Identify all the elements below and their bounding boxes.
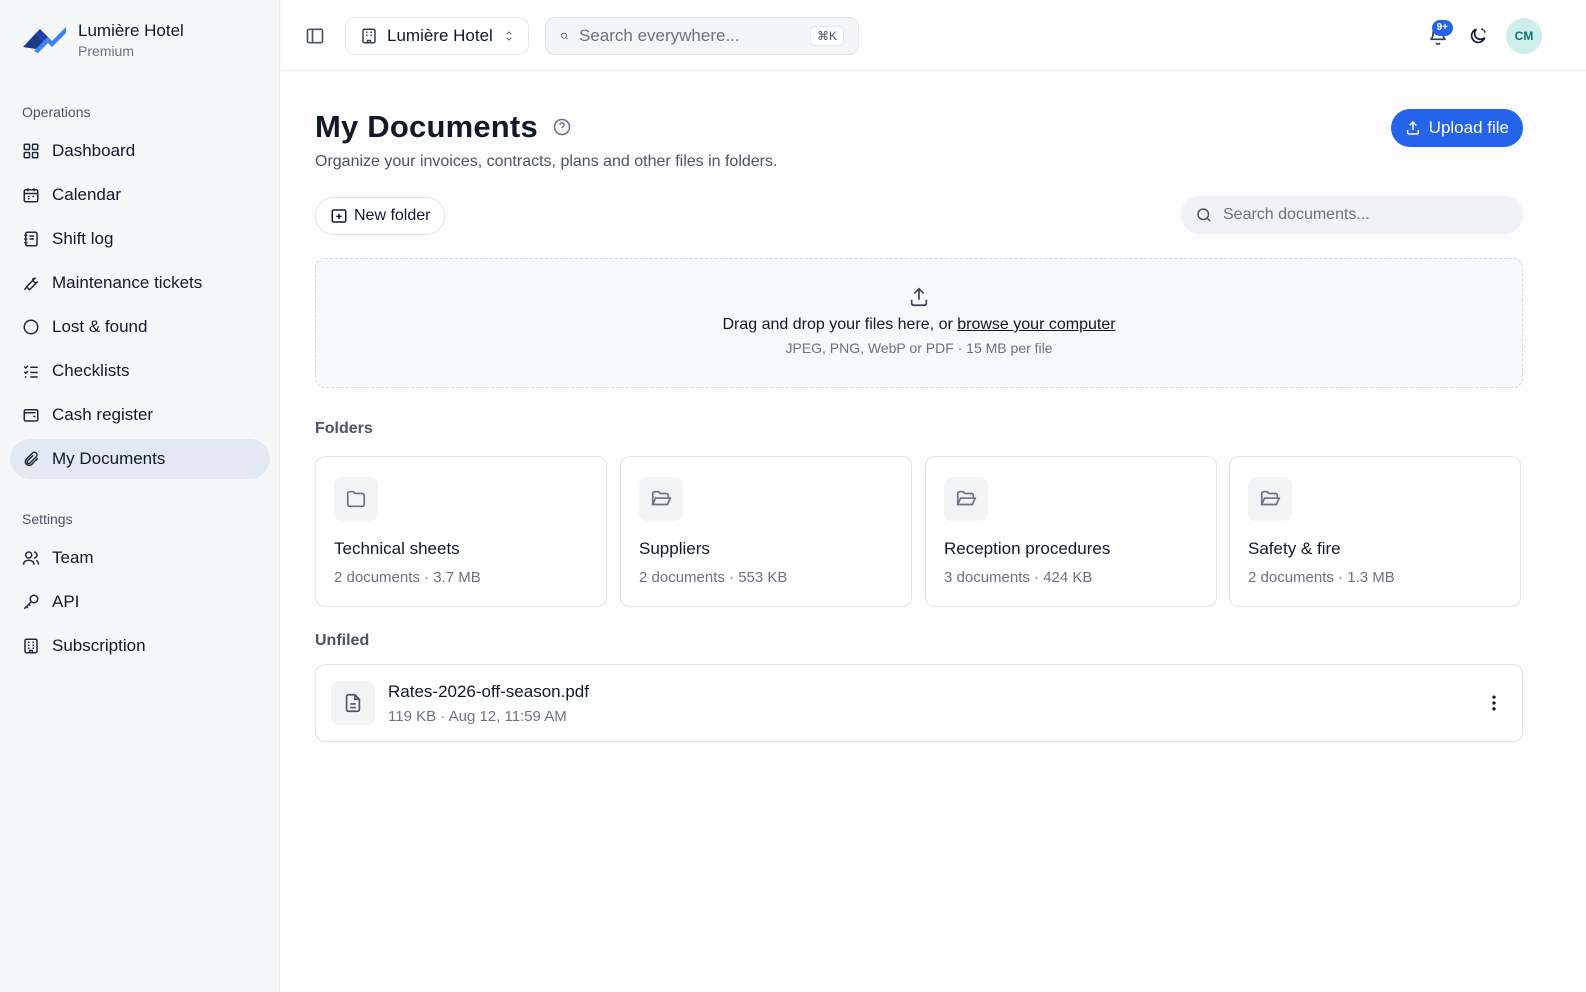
sidebar-toggle-icon[interactable] bbox=[305, 26, 325, 46]
sidebar-item-subscription[interactable]: Subscription bbox=[10, 626, 270, 666]
document-search bbox=[1181, 196, 1523, 234]
sidebar-item-label: Cash register bbox=[52, 405, 154, 424]
sidebar-item-checklists[interactable]: Checklists bbox=[10, 351, 270, 391]
search-icon bbox=[1197, 208, 1211, 222]
hotel-logo-icon bbox=[23, 27, 66, 53]
folder-name: Safety & fire bbox=[1248, 539, 1341, 558]
sidebar-item-label: Shift log bbox=[52, 229, 114, 248]
sidebar-item-label: Maintenance tickets bbox=[52, 273, 203, 292]
folder-plus-icon bbox=[331, 209, 347, 223]
file-row[interactable]: Rates-2026-off-season.pdf 119 KB · Aug 1… bbox=[315, 664, 1523, 742]
search-shortcut: ⌘K bbox=[809, 26, 844, 46]
checklist-icon bbox=[23, 365, 38, 378]
building-icon bbox=[24, 638, 38, 654]
sidebar-item-shift-log[interactable]: Shift log bbox=[10, 219, 270, 259]
folder-meta: 2 documents · 553 KB bbox=[639, 569, 788, 586]
page-subtitle: Organize your invoices, contracts, plans… bbox=[315, 153, 778, 170]
upload-dropzone[interactable]: Drag and drop your files here, or browse… bbox=[315, 258, 1523, 388]
folders-heading: Folders bbox=[315, 420, 373, 437]
folder-name: Technical sheets bbox=[334, 539, 460, 558]
browse-computer-link[interactable]: browse your computer bbox=[957, 316, 1115, 333]
sidebar-item-label: API bbox=[52, 592, 80, 611]
wrench-icon bbox=[23, 277, 39, 291]
upload-file-label: Upload file bbox=[1428, 118, 1509, 137]
folder-card[interactable]: Suppliers 2 documents · 553 KB bbox=[620, 456, 912, 607]
sidebar-item-my-documents[interactable]: My Documents bbox=[10, 439, 270, 479]
global-search: ⌘K bbox=[545, 17, 859, 55]
brand-name: Lumière Hotel bbox=[78, 21, 184, 40]
folder-meta: 2 documents · 3.7 MB bbox=[334, 569, 481, 586]
sidebar-item-lost-found[interactable]: Lost & found bbox=[10, 307, 270, 347]
file-name: Rates-2026-off-season.pdf bbox=[388, 682, 589, 701]
page-title: My Documents bbox=[315, 109, 538, 144]
upload-icon bbox=[910, 287, 928, 307]
hotel-selector[interactable]: Lumière Hotel bbox=[345, 17, 529, 55]
sidebar-item-dashboard[interactable]: Dashboard bbox=[10, 131, 270, 171]
brand[interactable]: Lumière Hotel Premium bbox=[22, 20, 184, 60]
grid-icon bbox=[23, 143, 39, 159]
file-meta: 119 KB · Aug 12, 11:59 AM bbox=[388, 708, 567, 725]
sidebar-item-label: Lost & found bbox=[52, 317, 148, 336]
sidebar-item-label: Dashboard bbox=[52, 141, 136, 160]
calendar-icon bbox=[23, 188, 39, 203]
logbook-icon bbox=[24, 231, 38, 247]
circle-icon bbox=[23, 319, 39, 335]
folder-name: Suppliers bbox=[639, 539, 710, 558]
folder-card[interactable]: Technical sheets 2 documents · 3.7 MB bbox=[315, 456, 607, 607]
building-icon bbox=[362, 28, 376, 44]
more-vertical-icon[interactable] bbox=[1484, 693, 1504, 713]
avatar[interactable]: CM bbox=[1506, 18, 1542, 54]
unfiled-heading: Unfiled bbox=[315, 632, 370, 649]
document-search-input[interactable] bbox=[1223, 206, 1509, 224]
sidebar: Lumière Hotel Premium Operations Dashboa… bbox=[0, 0, 280, 992]
upload-file-button[interactable]: Upload file bbox=[1390, 109, 1523, 147]
search-icon bbox=[561, 32, 568, 40]
new-folder-button[interactable]: New folder bbox=[315, 197, 446, 235]
upload-icon bbox=[1406, 120, 1419, 135]
file-document-icon bbox=[345, 693, 361, 713]
theme-toggle-icon[interactable] bbox=[1468, 26, 1488, 46]
sidebar-item-label: Checklists bbox=[52, 361, 130, 380]
section-label-operations: Operations bbox=[22, 104, 91, 120]
global-search-input[interactable] bbox=[578, 26, 800, 46]
brand-plan: Premium bbox=[78, 43, 135, 59]
key-icon bbox=[23, 594, 39, 610]
folder-name: Reception procedures bbox=[944, 539, 1111, 558]
chevron-updown-icon bbox=[506, 31, 512, 41]
dropzone-hint: JPEG, PNG, WebP or PDF · 15 MB per file bbox=[785, 340, 1053, 356]
folder-open-icon bbox=[956, 490, 977, 506]
sidebar-item-calendar[interactable]: Calendar bbox=[10, 175, 270, 215]
users-icon bbox=[22, 551, 40, 565]
new-folder-label: New folder bbox=[354, 207, 431, 224]
help-icon[interactable] bbox=[552, 117, 572, 137]
folder-open-icon bbox=[1260, 490, 1281, 506]
hotel-selector-value: Lumière Hotel bbox=[387, 26, 493, 45]
folder-open-icon bbox=[651, 490, 672, 506]
dropzone-text: Drag and drop your files here, or bbox=[722, 316, 953, 333]
paperclip-icon bbox=[24, 451, 39, 467]
sidebar-item-api[interactable]: API bbox=[10, 582, 270, 622]
sidebar-item-cash-register[interactable]: Cash register bbox=[10, 395, 270, 435]
folder-meta: 2 documents · 1.3 MB bbox=[1248, 569, 1395, 586]
sidebar-item-label: My Documents bbox=[52, 449, 166, 468]
folder-meta: 3 documents · 424 KB bbox=[944, 569, 1093, 586]
sidebar-item-team[interactable]: Team bbox=[10, 538, 270, 578]
sidebar-item-label: Subscription bbox=[52, 636, 146, 655]
operations-nav: Dashboard Calendar Shift log Maintenance… bbox=[10, 131, 270, 483]
sidebar-item-maintenance-tickets[interactable]: Maintenance tickets bbox=[10, 263, 270, 303]
folder-icon bbox=[346, 490, 366, 508]
topbar: Lumière Hotel ⌘K 9+ CM bbox=[281, 0, 1586, 71]
sidebar-item-label: Team bbox=[52, 548, 94, 567]
sidebar-item-label: Calendar bbox=[52, 185, 121, 204]
wallet-icon bbox=[23, 409, 39, 422]
folder-card[interactable]: Reception procedures 3 documents · 424 K… bbox=[925, 456, 1217, 607]
notifications-badge: 9+ bbox=[1431, 20, 1453, 36]
settings-nav: Team API Subscription bbox=[10, 538, 270, 670]
folder-card[interactable]: Safety & fire 2 documents · 1.3 MB bbox=[1229, 456, 1521, 607]
section-label-settings: Settings bbox=[22, 511, 73, 527]
